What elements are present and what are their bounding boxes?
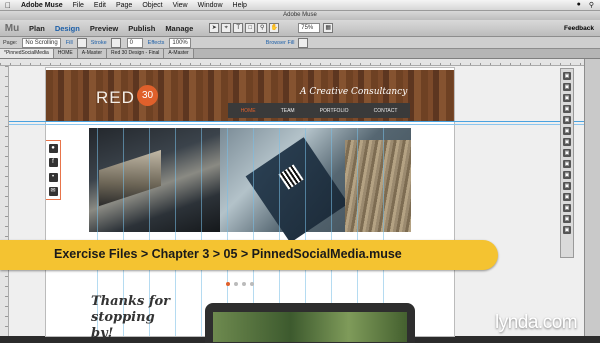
panel-icon[interactable]: ▣	[563, 105, 571, 113]
fill-label[interactable]: Fill	[66, 40, 73, 46]
horizontal-guide[interactable]	[9, 124, 584, 125]
panel-icon[interactable]: ▣	[563, 226, 571, 234]
panel-icon[interactable]: ▣	[563, 215, 571, 223]
tab-red30-final[interactable]: Red 30 Design - Final	[107, 49, 165, 58]
panel-icon[interactable]: ▣	[563, 204, 571, 212]
panel-icon[interactable]: ▣	[563, 160, 571, 168]
panel-icon[interactable]: ▣	[563, 94, 571, 102]
panel-icon[interactable]: ▣	[563, 138, 571, 146]
slideshow-dots[interactable]	[226, 282, 254, 286]
stroke-label[interactable]: Stroke	[91, 40, 107, 46]
slide-dot[interactable]	[226, 282, 230, 286]
menu-page[interactable]: Page	[111, 2, 137, 9]
menu-view[interactable]: View	[168, 2, 193, 9]
muse-logo: Mu	[4, 22, 20, 34]
nav-portfolio[interactable]: PORTFOLIO	[320, 108, 349, 114]
zoom-tool-icon[interactable]: ⚲	[257, 23, 268, 33]
document-tabbar: *PinnedSocialMedia HOME A-Master Red 30 …	[0, 49, 600, 59]
text-tool-icon[interactable]: T	[233, 23, 244, 33]
slide-dot[interactable]	[250, 282, 254, 286]
stroke-width-field[interactable]: 0	[126, 37, 143, 48]
status-icon[interactable]: ●	[577, 1, 581, 9]
apple-icon[interactable]: 	[0, 1, 16, 10]
panel-icon[interactable]: ▣	[563, 127, 571, 135]
selection-tool-icon[interactable]: ➤	[209, 23, 220, 33]
slide-dot[interactable]	[242, 282, 246, 286]
email-icon[interactable]: ✉	[48, 187, 58, 197]
opacity-field[interactable]: 100%	[169, 37, 191, 48]
flickr-icon[interactable]: •	[48, 172, 58, 182]
main-toolbar: Mu Plan Design Preview Publish Manage ➤ …	[0, 20, 600, 37]
menu-help[interactable]: Help	[228, 2, 252, 9]
panel-icon[interactable]: ▣	[563, 149, 571, 157]
pinned-social-bar[interactable]: ● f • ✉	[46, 140, 61, 200]
social-icon[interactable]: ●	[48, 143, 58, 153]
tab-document[interactable]: *PinnedSocialMedia	[0, 49, 54, 58]
tab-a-master-2[interactable]: A-Master	[164, 49, 194, 58]
nav-contact[interactable]: CONTACT	[374, 108, 398, 114]
panel-icon[interactable]: ▣	[563, 83, 571, 91]
menu-object[interactable]: Object	[137, 2, 167, 9]
nav-team[interactable]: TEAM	[281, 108, 295, 114]
crop-tool-icon[interactable]: ⌖	[221, 23, 232, 33]
slide-dot[interactable]	[234, 282, 238, 286]
wood-texture-image	[345, 140, 411, 232]
menu-app-name[interactable]: Adobe Muse	[16, 2, 68, 9]
panel-icon[interactable]: ▣	[563, 182, 571, 190]
menu-file[interactable]: File	[68, 2, 89, 9]
menu-window[interactable]: Window	[193, 2, 228, 9]
panel-icon-strip: ▣ ▣ ▣ ▣ ▣ ▣ ▣ ▣ ▣ ▣ ▣ ▣ ▣ ▣ ▣	[560, 68, 574, 258]
panel-icon[interactable]: ▣	[563, 72, 571, 80]
site-tagline[interactable]: A Creative Consultancy	[300, 87, 407, 97]
window-title: Adobe Muse	[0, 11, 600, 20]
browser-fill-swatch-icon[interactable]	[298, 37, 309, 48]
mode-design[interactable]: Design	[50, 24, 85, 33]
horizontal-ruler[interactable]	[0, 59, 584, 66]
nav-home[interactable]: HOME	[241, 108, 256, 114]
control-bar: Page: No Scrolling Fill Stroke 0 Effects…	[0, 37, 600, 49]
page-scroll-select[interactable]: No Scrolling	[22, 37, 61, 48]
tab-home[interactable]: HOME	[53, 49, 78, 58]
menu-edit[interactable]: Edit	[89, 2, 111, 9]
panel-icon[interactable]: ▣	[563, 171, 571, 179]
browser-fill-label[interactable]: Browser Fill	[266, 40, 295, 46]
mode-plan[interactable]: Plan	[24, 24, 50, 33]
site-logo-badge[interactable]: 30	[137, 85, 158, 106]
view-options-icon[interactable]: ▦	[323, 23, 334, 33]
panel-icon[interactable]: ▣	[563, 116, 571, 124]
hand-tool-icon[interactable]: ✋	[269, 23, 280, 33]
fill-swatch-icon[interactable]	[76, 37, 87, 48]
exercise-files-path: Exercise Files > Chapter 3 > 05 > Pinned…	[54, 247, 402, 261]
panel-icon[interactable]: ▣	[563, 193, 571, 201]
site-nav[interactable]: HOME TEAM PORTFOLIO CONTACT	[228, 103, 410, 118]
tablet-screen-image	[213, 312, 407, 342]
rectangle-tool-icon[interactable]: □	[245, 23, 256, 33]
mode-publish[interactable]: Publish	[123, 24, 160, 33]
horizontal-guide[interactable]	[9, 121, 584, 122]
site-logo-text[interactable]: RED	[96, 88, 135, 108]
feedback-link[interactable]: Feedback	[564, 25, 600, 32]
lynda-watermark: lynda.com	[495, 312, 578, 333]
mode-manage[interactable]: Manage	[160, 24, 198, 33]
effects-label[interactable]: Effects	[148, 40, 165, 46]
page-label: Page:	[3, 39, 18, 46]
stroke-swatch-icon[interactable]	[110, 37, 121, 48]
thanks-heading[interactable]: Thanks for stopping by!	[91, 294, 181, 342]
mode-preview[interactable]: Preview	[85, 24, 123, 33]
facebook-icon[interactable]: f	[48, 158, 58, 168]
zoom-level[interactable]: 75%	[298, 23, 321, 33]
tab-a-master[interactable]: A-Master	[77, 49, 108, 58]
vertical-ruler[interactable]	[0, 66, 9, 336]
spotlight-icon[interactable]: ⚲	[589, 1, 594, 9]
right-panel-dock[interactable]	[584, 59, 600, 336]
mac-menubar:  Adobe Muse File Edit Page Object View …	[0, 0, 600, 11]
